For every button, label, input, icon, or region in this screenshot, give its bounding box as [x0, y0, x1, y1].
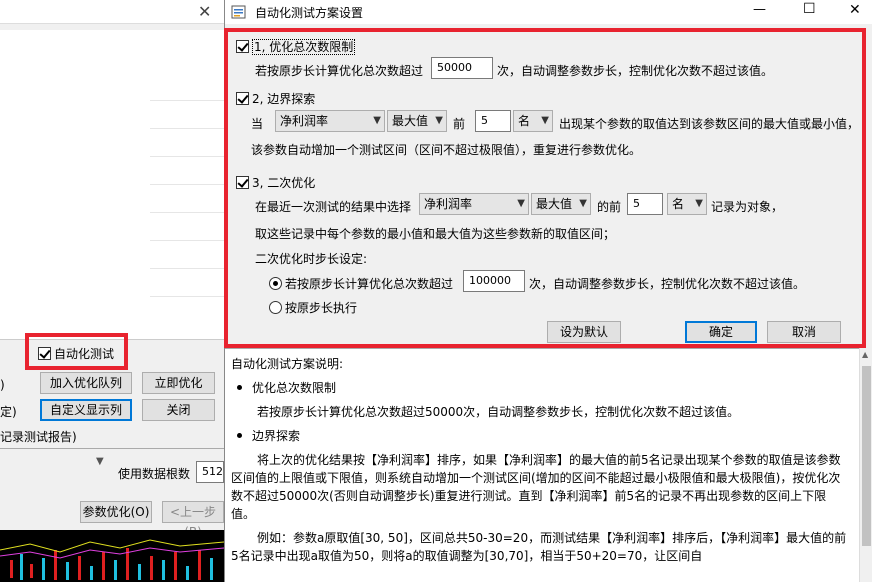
section2-metric-select[interactable]: 净利润率 ▼ [275, 110, 385, 132]
chevron-down-icon[interactable]: ▼ [435, 111, 443, 131]
partial-label: 定) [0, 405, 17, 419]
help-scrollbar[interactable]: ▲ [859, 348, 872, 582]
results-list[interactable] [0, 30, 224, 340]
section3-unit-value: 名 [672, 197, 685, 211]
secondary-max-count-input[interactable]: 100000 [463, 270, 525, 292]
bullet-icon [237, 433, 242, 438]
chevron-down-icon[interactable]: ▼ [373, 111, 381, 131]
section2-extreme-select[interactable]: 最大值 ▼ [387, 110, 447, 132]
section3-text-after: 记录为对象， [711, 200, 784, 214]
ok-button[interactable]: 确定 [685, 321, 757, 343]
max-optimize-count-input[interactable]: 50000 [431, 57, 493, 79]
section3-metric-select[interactable]: 净利润率 ▼ [419, 193, 529, 215]
minimize-icon[interactable]: — [753, 2, 766, 17]
help-bullet-2: 边界探索 [231, 427, 849, 445]
scroll-up-icon[interactable]: ▲ [862, 350, 868, 359]
param-optimize-button[interactable]: 参数优化(O) [80, 501, 152, 523]
radio1-text-after: 次，自动调整参数步长，控制优化次数不超过该值。 [529, 277, 806, 291]
chevron-down-icon[interactable]: ▼ [695, 194, 703, 214]
custom-columns-button[interactable]: 自定义显示列 [40, 399, 132, 421]
chevron-down-icon[interactable]: ▼ [579, 194, 587, 214]
section3-step-label: 二次优化时步长设定: [255, 252, 368, 266]
section3-text-before: 在最近一次测试的结果中选择 [255, 200, 412, 214]
background-window: ✕ 自动化测试 ) 定) 记录测试报告) 加入优化队列 立即优化 自定义显示列 … [0, 0, 224, 582]
maximize-icon[interactable]: ☐ [803, 1, 816, 17]
price-chart-strip [0, 530, 224, 582]
checkbox-checked-icon[interactable] [38, 347, 51, 360]
help-b2-p2: 例如：参数a原取值[30, 50]，区间总共50-30=20，而测试结果【净利润… [231, 531, 847, 563]
close-icon[interactable]: ✕ [198, 2, 211, 21]
section2-text-after: 出现某个参数的取值达到该参数区间的最大值或最小值， [559, 117, 860, 131]
chevron-down-icon[interactable]: ▼ [96, 456, 104, 467]
section1-checkbox[interactable]: 1, 优化总次数限制 [236, 38, 356, 55]
section3-extreme-select[interactable]: 最大值 ▼ [531, 193, 591, 215]
checkbox-checked-icon[interactable] [236, 92, 249, 105]
radio-unselected-icon[interactable] [269, 301, 282, 314]
section3-count-input[interactable]: 5 [627, 193, 663, 215]
section2-front: 前 [453, 117, 466, 131]
cancel-button[interactable]: 取消 [767, 321, 841, 343]
auto-test-checkbox[interactable]: 自动化测试 [38, 345, 114, 362]
section2-unit-value: 名 [518, 114, 531, 128]
section3-title: 3, 二次优化 [252, 176, 316, 190]
section1-title: 1, 优化总次数限制 [252, 39, 356, 55]
auto-test-label: 自动化测试 [54, 347, 115, 361]
section3-extreme-value: 最大值 [536, 197, 573, 211]
help-b2-title: 边界探索 [252, 429, 301, 443]
section2-when: 当 [251, 117, 264, 131]
radio1-text-before: 若按原步长计算优化总次数超过 [285, 277, 454, 291]
section2-line2: 该参数自动增加一个测试区间（区间不超过极限值），重复进行参数优化。 [251, 143, 642, 157]
section2-title: 2, 边界探索 [252, 92, 316, 106]
close-icon[interactable]: ✕ [849, 2, 861, 18]
section2-checkbox[interactable]: 2, 边界探索 [236, 90, 315, 107]
chevron-down-icon[interactable]: ▼ [517, 194, 525, 214]
help-b2-p1: 将上次的优化结果按【净利润率】排序，如果【净利润率】的最大值的前5名记录出现某个… [231, 453, 841, 521]
scroll-thumb[interactable] [862, 366, 871, 546]
candlestick-chart [0, 539, 224, 580]
section2-unit-select[interactable]: 名 ▼ [513, 110, 553, 132]
checkbox-checked-icon[interactable] [236, 40, 249, 53]
help-b1-text: 若按原步长计算优化总次数超过50000次，自动调整参数步长，控制优化次数不超过该… [257, 405, 740, 419]
prev-step-button[interactable]: <上一步(B) [162, 501, 224, 539]
section3-of-front: 的前 [597, 200, 622, 214]
section3-line2: 取这些记录中每个参数的最小值和最大值为这些参数新的取值区间； [255, 227, 616, 241]
app-icon [231, 5, 246, 19]
use-data-count-input[interactable]: 512 [196, 461, 224, 483]
background-titlebar: ✕ [0, 0, 224, 24]
set-default-button[interactable]: 设为默认 [547, 321, 621, 343]
close-button[interactable]: 关闭 [142, 399, 215, 421]
optimize-now-button[interactable]: 立即优化 [142, 372, 215, 394]
section1-text-after: 次，自动调整参数步长，控制优化次数不超过该值。 [497, 64, 774, 78]
step-radio-auto[interactable]: 若按原步长计算优化总次数超过 [269, 275, 453, 292]
help-text-area[interactable]: 自动化测试方案说明: 优化总次数限制 若按原步长计算优化总次数超过50000次，… [225, 348, 859, 582]
auto-test-settings-dialog: 自动化测试方案设置 — ☐ ✕ 1, 优化总次数限制 若按原步长计算优化总次数超… [224, 0, 872, 582]
dialog-titlebar: 自动化测试方案设置 — ☐ ✕ [225, 0, 872, 24]
help-b1-title: 优化总次数限制 [252, 381, 337, 395]
help-bullet-1: 优化总次数限制 [231, 379, 849, 397]
dialog-title: 自动化测试方案设置 [255, 6, 364, 20]
help-heading: 自动化测试方案说明: [231, 357, 344, 371]
add-queue-button[interactable]: 加入优化队列 [40, 372, 132, 394]
chevron-down-icon[interactable]: ▼ [541, 111, 549, 131]
section2-count-input[interactable]: 5 [475, 110, 511, 132]
section1-text-before: 若按原步长计算优化总次数超过 [255, 64, 424, 78]
section2-metric-value: 净利润率 [280, 114, 329, 128]
section2-extreme-value: 最大值 [392, 114, 429, 128]
section3-metric-value: 净利润率 [424, 197, 473, 211]
use-data-count-label: 使用数据根数 [118, 467, 191, 481]
radio-selected-icon[interactable] [269, 277, 282, 290]
radio2-label: 按原步长执行 [285, 301, 358, 315]
partial-label: 记录测试报告) [0, 430, 77, 444]
bullet-icon [237, 385, 242, 390]
partial-label: ) [0, 378, 5, 392]
step-radio-original[interactable]: 按原步长执行 [269, 299, 357, 316]
section3-unit-select[interactable]: 名 ▼ [667, 193, 707, 215]
checkbox-checked-icon[interactable] [236, 176, 249, 189]
section3-checkbox[interactable]: 3, 二次优化 [236, 174, 315, 191]
